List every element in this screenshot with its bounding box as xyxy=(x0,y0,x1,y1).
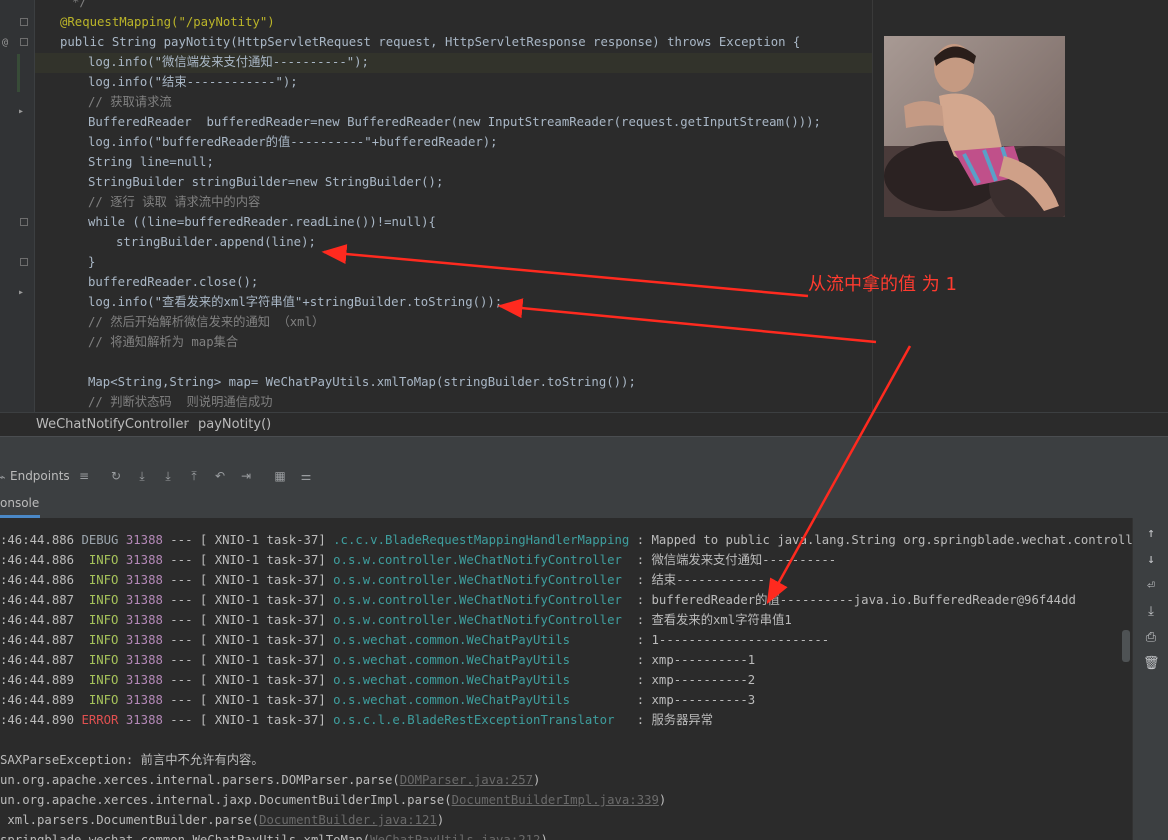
annotation-arrows xyxy=(321,244,912,605)
arrow-to-append xyxy=(321,244,809,298)
arrow-to-console xyxy=(766,345,912,605)
arrow-to-log xyxy=(497,298,877,344)
